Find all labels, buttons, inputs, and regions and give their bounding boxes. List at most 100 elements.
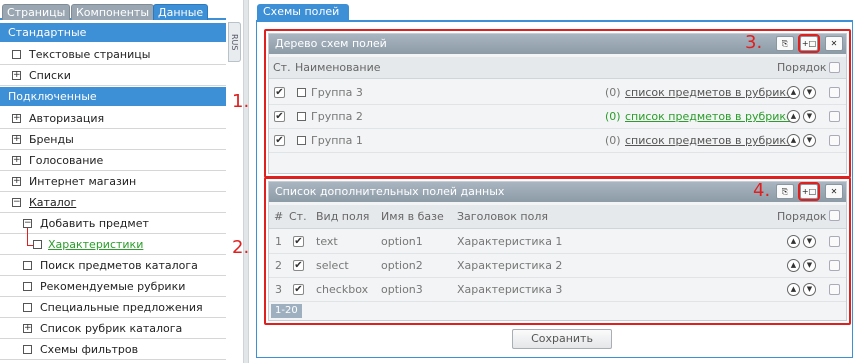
tree-item-label: Текстовые страницы: [29, 48, 151, 61]
select-all-checkbox[interactable]: [829, 62, 840, 73]
move-down-icon[interactable]: ▼: [803, 259, 816, 272]
delete-icon[interactable]: ✕: [825, 36, 843, 51]
table-row[interactable]: ✔ Группа 1 (0) список предметов в рубрик…: [269, 129, 846, 153]
move-up-icon[interactable]: ▲: [787, 110, 800, 123]
tab-field-schemes[interactable]: Схемы полей: [257, 4, 350, 20]
group-name: Группа 3: [311, 86, 363, 99]
toolbar-copy-icon[interactable]: ⎘: [776, 184, 794, 199]
col-field-type: Вид поля: [316, 210, 370, 223]
row-select-checkbox[interactable]: [829, 284, 840, 295]
row-select-checkbox[interactable]: [829, 260, 840, 271]
move-up-icon[interactable]: ▲: [787, 259, 800, 272]
tree-item-voting[interactable]: + Голосование: [0, 150, 226, 171]
field-type: checkbox: [316, 283, 369, 296]
db-name: option3: [381, 283, 423, 296]
move-up-icon[interactable]: ▲: [787, 235, 800, 248]
delete-icon[interactable]: ✕: [825, 184, 843, 199]
select-all-checkbox[interactable]: [829, 210, 840, 221]
table-row[interactable]: ✔ Группа 2 (0) список предметов в рубрик…: [269, 105, 846, 129]
move-down-icon[interactable]: ▼: [803, 86, 816, 99]
tree-item-text-pages[interactable]: Текстовые страницы: [0, 44, 226, 65]
table-row[interactable]: 3 ✔ checkbox option3 Характеристика 3 ▲ …: [269, 278, 846, 302]
move-up-icon[interactable]: ▲: [787, 134, 800, 147]
node-leaf-icon: [23, 261, 32, 270]
field-type: text: [316, 235, 338, 248]
row-select-checkbox[interactable]: [829, 87, 840, 98]
tree-item-add-item[interactable]: − Добавить предмет: [0, 213, 226, 234]
main-panel: Схемы полей Дерево схем полей 3. ⎘ +□ ✕ …: [253, 0, 857, 363]
expand-plus-icon[interactable]: +: [12, 156, 21, 165]
expand-plus-icon[interactable]: +: [12, 114, 21, 123]
status-checkbox[interactable]: ✔: [293, 236, 304, 247]
tree-item-characteristics[interactable]: Характеристики: [0, 228, 226, 255]
move-down-icon[interactable]: ▼: [803, 134, 816, 147]
items-in-rubric-link[interactable]: список предметов в рубрике: [625, 81, 793, 105]
tree-item-filter-schemes[interactable]: Схемы фильтров: [0, 339, 226, 360]
col-db-name: Имя в базе: [381, 210, 444, 223]
tree-item-recommended[interactable]: Рекомендуемые рубрики: [0, 276, 226, 297]
panel-splitter[interactable]: [243, 0, 249, 363]
add-field-icon[interactable]: +□: [798, 182, 820, 201]
status-checkbox[interactable]: ✔: [293, 260, 304, 271]
tree-item-brands[interactable]: + Бренды: [0, 129, 226, 150]
tree-item-lists[interactable]: + Списки: [0, 65, 226, 86]
tree-item-catalog[interactable]: − Каталог: [0, 192, 226, 213]
col-name: Наименование: [295, 61, 381, 74]
tree-item-rubric-list[interactable]: + Список рубрик каталога: [0, 318, 226, 339]
status-checkbox[interactable]: ✔: [293, 284, 304, 295]
row-select-checkbox[interactable]: [829, 236, 840, 247]
table-row[interactable]: 2 ✔ select option2 Характеристика 2 ▲ ▼: [269, 254, 846, 278]
tab-pages[interactable]: Страницы: [2, 4, 71, 20]
tree-connector-line: [27, 228, 28, 246]
group-name: Группа 1: [311, 134, 363, 147]
tree-item-label: Поиск предметов каталога: [40, 259, 198, 272]
pagination-range[interactable]: 1-20: [271, 304, 302, 318]
tree-item-label: Специальные предложения: [40, 301, 203, 314]
language-tab[interactable]: RUS: [228, 22, 241, 62]
expand-plus-icon[interactable]: +: [12, 71, 21, 80]
move-down-icon[interactable]: ▼: [803, 283, 816, 296]
tree-item-shop[interactable]: + Интернет магазин: [0, 171, 226, 192]
group-name: Группа 2: [311, 110, 363, 123]
tab-data[interactable]: Данные: [153, 4, 209, 20]
item-count: (0): [605, 110, 621, 123]
db-name: option1: [381, 235, 423, 248]
annotation-label-3: 3.: [745, 32, 763, 53]
status-checkbox[interactable]: ✔: [274, 111, 285, 122]
section-connected[interactable]: Подключенные: [0, 87, 226, 106]
add-group-icon[interactable]: +□: [798, 34, 820, 53]
tree-panel: Дерево схем полей 3. ⎘ +□ ✕ Ст. Наименов…: [268, 32, 847, 174]
collapse-minus-icon[interactable]: −: [12, 198, 21, 207]
expand-plus-icon[interactable]: +: [12, 177, 21, 186]
row-select-checkbox[interactable]: [829, 135, 840, 146]
tree-item-label: Авторизация: [29, 112, 105, 125]
status-checkbox[interactable]: ✔: [274, 135, 285, 146]
move-down-icon[interactable]: ▼: [803, 110, 816, 123]
save-button[interactable]: Сохранить: [512, 329, 612, 349]
tab-components[interactable]: Компоненты: [71, 4, 155, 20]
items-in-rubric-link[interactable]: список предметов в рубрике: [625, 105, 793, 129]
field-type: select: [316, 259, 349, 272]
tree-item-label: Добавить предмет: [40, 217, 149, 230]
collapse-minus-icon[interactable]: −: [23, 219, 32, 228]
items-in-rubric-link[interactable]: список предметов в рубрике: [625, 129, 793, 153]
move-up-icon[interactable]: ▲: [787, 283, 800, 296]
tree-item-label: Список рубрик каталога: [40, 322, 183, 335]
row-select-checkbox[interactable]: [829, 111, 840, 122]
expand-plus-icon[interactable]: +: [12, 135, 21, 144]
expand-plus-icon[interactable]: +: [23, 324, 32, 333]
row-number: 1: [275, 235, 282, 248]
tree-item-label: Интернет магазин: [29, 175, 137, 188]
toolbar-copy-icon[interactable]: ⎘: [776, 36, 794, 51]
tree-item-auth[interactable]: + Авторизация: [0, 108, 226, 129]
section-standard[interactable]: Стандартные: [0, 23, 226, 42]
table-row[interactable]: ✔ Группа 3 (0) список предметов в рубрик…: [269, 81, 846, 105]
move-down-icon[interactable]: ▼: [803, 235, 816, 248]
db-name: option2: [381, 259, 423, 272]
tree-item-catalog-search[interactable]: Поиск предметов каталога: [0, 255, 226, 276]
table-row[interactable]: 1 ✔ text option1 Характеристика 1 ▲ ▼: [269, 230, 846, 254]
tree-item-special-offers[interactable]: Специальные предложения: [0, 297, 226, 318]
item-count: (0): [605, 86, 621, 99]
status-checkbox[interactable]: ✔: [274, 87, 285, 98]
move-up-icon[interactable]: ▲: [787, 86, 800, 99]
